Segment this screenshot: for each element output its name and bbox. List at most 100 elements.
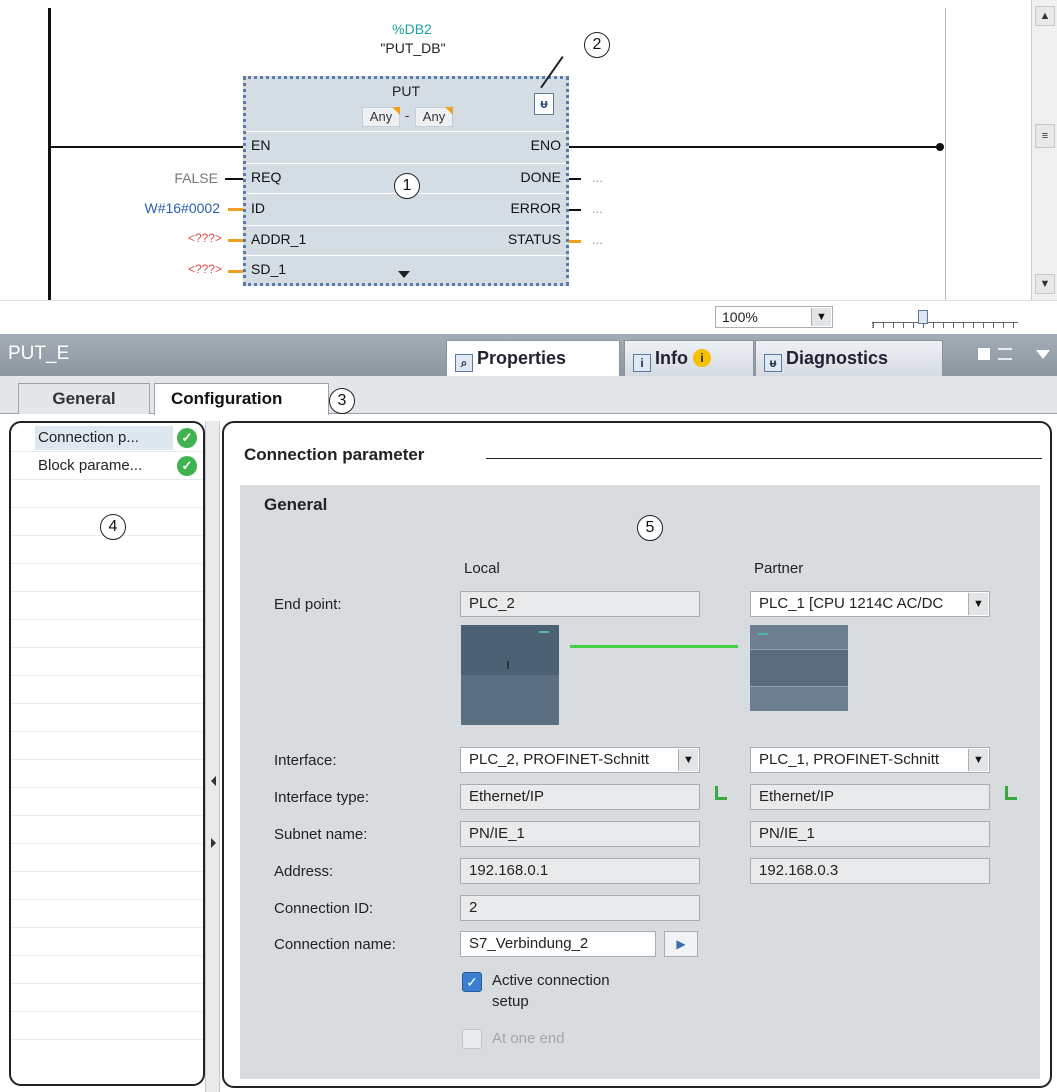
label-interface: Interface: — [274, 752, 337, 769]
diagnostics-icon[interactable]: ᵾ — [534, 93, 554, 115]
expand-right-icon[interactable] — [211, 838, 216, 848]
restore-icon[interactable] — [978, 348, 990, 360]
collapse-left-icon[interactable] — [211, 776, 216, 786]
panel-splitter[interactable] — [205, 421, 220, 1092]
wire-endpoint — [936, 143, 944, 151]
local-interface-select[interactable]: PLC_2, PROFINET-Schnitt ▼ — [460, 747, 700, 773]
block-row-divider — [246, 131, 566, 132]
callout-1: 1 — [394, 173, 420, 199]
callout-5: 5 — [637, 515, 663, 541]
nav-divider — [11, 815, 203, 816]
pick-connection-icon[interactable]: ▶ — [664, 931, 698, 957]
diagnostics-tab-icon: ᵾ — [764, 354, 782, 372]
tab-info[interactable]: i Info i — [624, 340, 754, 376]
error-value[interactable]: ... — [592, 201, 603, 216]
tab-general[interactable]: General — [18, 383, 150, 414]
pin-addr-1: ADDR_1 — [251, 231, 307, 247]
tab-properties[interactable]: ⌕ Properties — [446, 340, 620, 376]
any-type-right[interactable]: Any — [415, 107, 453, 127]
section-rule — [486, 458, 1042, 459]
label-subnet-name: Subnet name: — [274, 826, 368, 843]
tab-diagnostics[interactable]: ᵾ Diagnostics — [755, 340, 943, 376]
layout-icon[interactable] — [998, 348, 1012, 360]
expand-arrow-icon[interactable] — [398, 271, 410, 278]
check-icon: ✓ — [177, 428, 197, 448]
network-icon — [1005, 786, 1017, 800]
scroll-up-icon[interactable]: ▲ — [1035, 6, 1055, 26]
info-tab-icon: i — [633, 354, 651, 372]
label-address: Address: — [274, 863, 334, 880]
connection-id-field[interactable]: 2 — [460, 895, 700, 921]
plc-led — [507, 661, 509, 669]
tab-configuration[interactable]: Configuration — [154, 383, 329, 415]
nav-divider — [11, 703, 203, 704]
tab-info-label: Info — [655, 348, 688, 368]
label-end-point: End point: — [274, 596, 342, 613]
scroll-thumb[interactable]: ≡ — [1035, 124, 1055, 148]
db-number: %DB2 — [392, 21, 432, 37]
editor-border — [945, 8, 946, 300]
general-group: General 5 Local Partner End point: PLC_2… — [240, 485, 1040, 1079]
check-icon: ✓ — [177, 456, 197, 476]
info-badge-icon: i — [693, 349, 712, 367]
zoom-slider-thumb[interactable] — [918, 310, 928, 324]
zoom-select[interactable]: 100% ▼ — [715, 306, 833, 328]
nav-divider — [11, 955, 203, 956]
partner-interface-select[interactable]: PLC_1, PROFINET-Schnitt ▼ — [750, 747, 990, 773]
network-icon — [715, 786, 727, 800]
col-local: Local — [464, 560, 500, 577]
connection-name-input[interactable]: S7_Verbindung_2 — [460, 931, 656, 957]
tab-diagnostics-label: Diagnostics — [786, 348, 889, 368]
nav-divider — [11, 983, 203, 984]
nav-item-block-parameter[interactable]: Block parame... — [38, 457, 142, 474]
nav-divider — [11, 1039, 203, 1040]
one-end-label: At one end — [492, 1030, 565, 1047]
local-address-field: 192.168.0.1 — [460, 858, 700, 884]
status-wire — [569, 240, 581, 243]
nav-divider — [11, 927, 203, 928]
callout-3: 3 — [329, 388, 355, 414]
properties-subtabs: General Configuration 3 — [0, 376, 1057, 415]
en-wire — [50, 146, 243, 148]
scroll-down-icon[interactable]: ▼ — [1035, 274, 1055, 294]
error-wire — [569, 209, 581, 211]
plc-status-led — [539, 631, 549, 633]
partner-end-point-select[interactable]: PLC_1 [CPU 1214C AC/DC ▼ — [750, 591, 990, 617]
section-title: Connection parameter — [244, 445, 425, 464]
object-name: PUT_E — [8, 343, 70, 364]
id-value[interactable]: W#16#0002 — [90, 200, 220, 216]
req-value[interactable]: FALSE — [100, 170, 218, 186]
properties-icon: ⌕ — [455, 354, 473, 372]
sd-1-wire — [228, 270, 243, 273]
label-connection-id: Connection ID: — [274, 900, 374, 917]
nav-divider — [11, 619, 203, 620]
connection-parameter-panel: Connection parameter General 5 Local Par… — [222, 421, 1052, 1088]
one-end-checkbox[interactable] — [462, 1029, 482, 1049]
active-setup-checkbox[interactable]: ✓ — [462, 972, 482, 992]
sd-1-value[interactable]: <???> — [140, 262, 222, 276]
nav-divider — [11, 647, 203, 648]
nav-divider — [11, 759, 203, 760]
chevron-down-icon[interactable]: ▼ — [678, 749, 698, 771]
addr-1-wire — [228, 239, 243, 242]
nav-divider — [11, 899, 203, 900]
nav-item-connection-parameter[interactable]: Connection p... — [38, 429, 139, 446]
block-row-divider — [246, 163, 566, 164]
done-value[interactable]: ... — [592, 170, 603, 185]
nav-divider — [11, 871, 203, 872]
pin-en: EN — [251, 137, 271, 153]
local-plc-image — [461, 625, 559, 725]
local-interface-value: PLC_2, PROFINET-Schnitt — [469, 751, 650, 768]
editor-scrollbar[interactable]: ▲ ≡ ▼ — [1031, 0, 1057, 300]
panel-menu-icon[interactable] — [1036, 350, 1050, 359]
nav-divider — [11, 843, 203, 844]
chevron-down-icon[interactable]: ▼ — [811, 308, 831, 326]
nav-divider — [11, 451, 203, 452]
chevron-down-icon[interactable]: ▼ — [968, 749, 988, 771]
chevron-down-icon[interactable]: ▼ — [968, 593, 988, 615]
any-type-left[interactable]: Any — [362, 107, 400, 127]
group-title: General — [264, 495, 328, 514]
req-wire — [225, 178, 243, 180]
status-value[interactable]: ... — [592, 232, 603, 247]
addr-1-value[interactable]: <???> — [140, 231, 222, 245]
